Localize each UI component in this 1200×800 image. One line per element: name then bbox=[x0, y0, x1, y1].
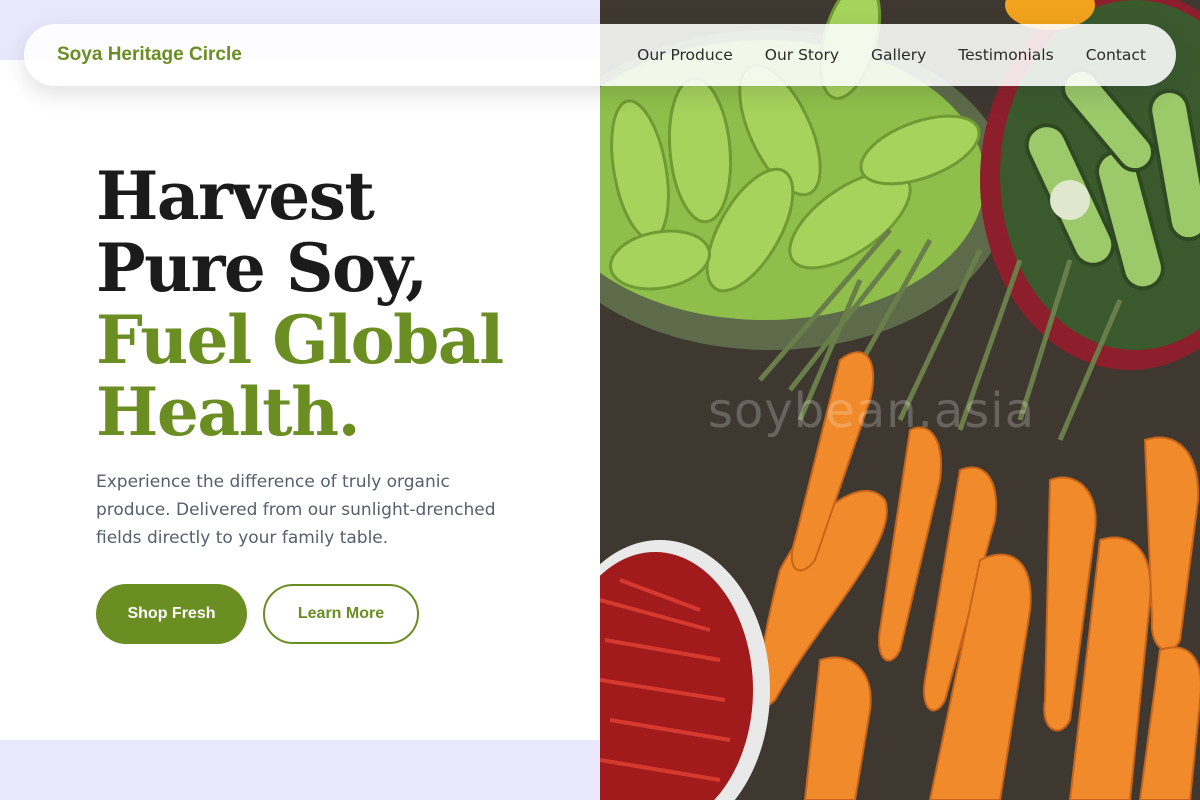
nav-item: Our Produce bbox=[637, 46, 733, 65]
nav-link-our-story[interactable]: Our Story bbox=[765, 46, 839, 64]
hero-subtitle: Experience the difference of truly organ… bbox=[96, 472, 496, 548]
image-watermark: soybean.asia bbox=[708, 383, 1036, 439]
nav-link-testimonials[interactable]: Testimonials bbox=[958, 46, 1053, 64]
nav-link-our-produce[interactable]: Our Produce bbox=[637, 46, 733, 64]
nav-item: Contact bbox=[1086, 46, 1146, 65]
headline-line-2: Pure Soy, bbox=[96, 229, 428, 307]
nav-link-contact[interactable]: Contact bbox=[1086, 46, 1146, 64]
nav-item: Gallery bbox=[871, 46, 926, 65]
learn-more-button[interactable]: Learn More bbox=[263, 584, 419, 644]
nav-item: Testimonials bbox=[958, 46, 1053, 65]
hero-headline: Harvest Pure Soy, Fuel Global Health. bbox=[96, 160, 576, 448]
headline-accent-line-2: Health. bbox=[96, 373, 361, 451]
nav-link-gallery[interactable]: Gallery bbox=[871, 46, 926, 64]
headline-accent-line-1: Fuel Global bbox=[96, 301, 504, 379]
shop-fresh-button[interactable]: Shop Fresh bbox=[96, 584, 247, 644]
brand-logo-link[interactable]: Soya Heritage Circle bbox=[57, 44, 242, 66]
top-navbar: Soya Heritage Circle Our Produce Our Sto… bbox=[24, 24, 1176, 86]
nav-item: Our Story bbox=[765, 46, 839, 65]
nav-menu: Our Produce Our Story Gallery Testimonia… bbox=[637, 46, 1146, 65]
headline-line-1: Harvest bbox=[96, 157, 375, 235]
